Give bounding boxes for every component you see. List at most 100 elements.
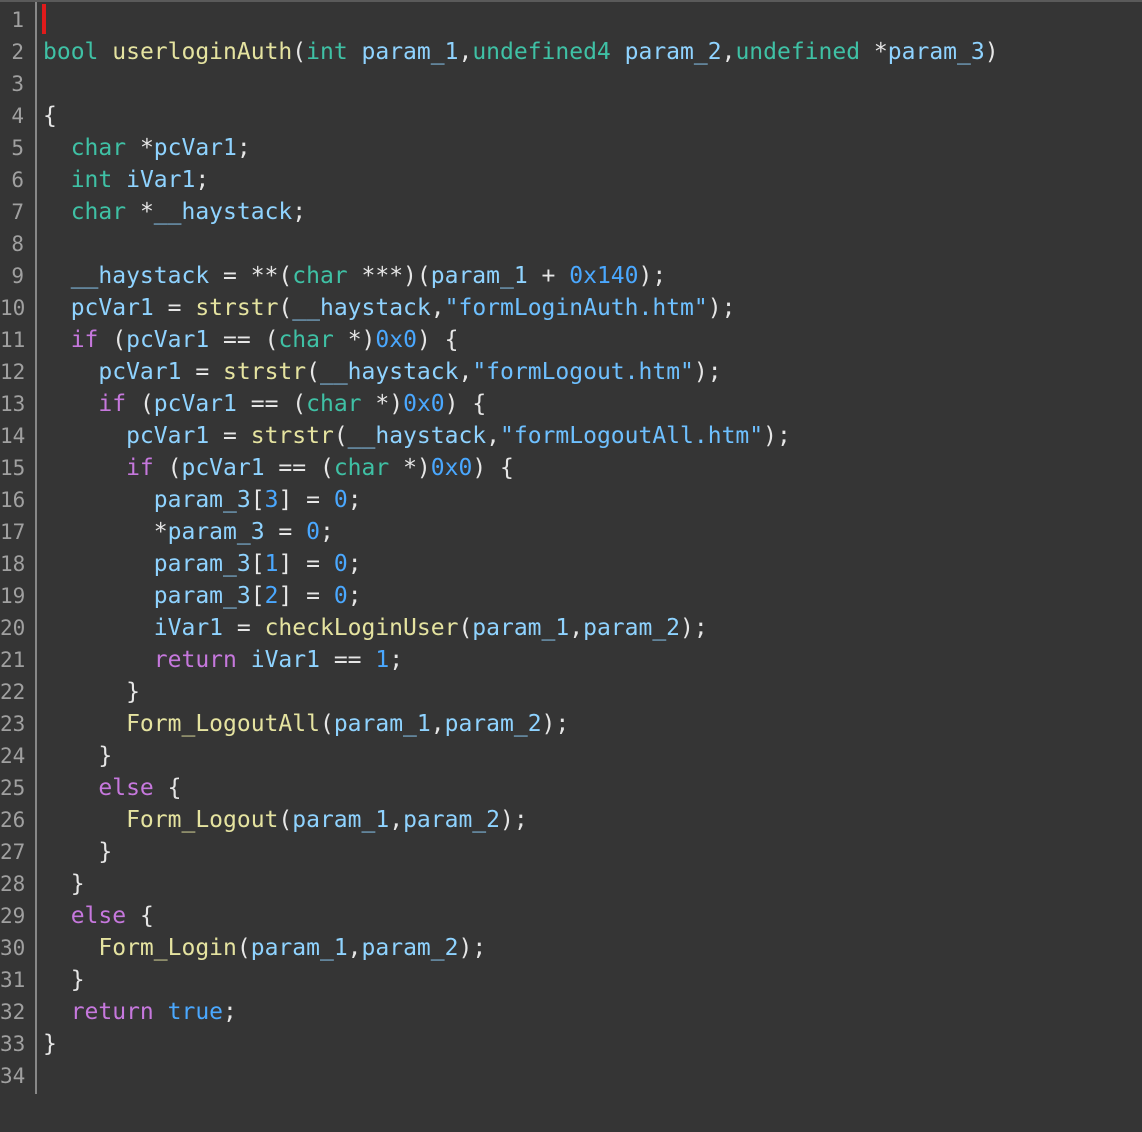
line-number: 12 — [0, 360, 26, 384]
line-number: 7 — [11, 200, 24, 224]
code-token: "formLoginAuth.htm" — [444, 295, 708, 321]
code-token: "formLogoutAll.htm" — [500, 423, 764, 449]
code-token: undefined — [735, 39, 874, 65]
code-text: Form_Login(param_1,param_2); — [43, 932, 486, 964]
code-token: { — [167, 775, 182, 801]
line-number: 1 — [11, 8, 24, 32]
code-token: pcVar1 — [181, 455, 265, 481]
code-token: char — [333, 455, 404, 481]
code-token: * — [139, 199, 154, 225]
code-token: ); — [693, 359, 722, 385]
code-token: ); — [763, 423, 791, 449]
code-token: else — [43, 903, 140, 929]
line-number: 33 — [0, 1032, 26, 1056]
gutter-divider — [35, 2, 37, 1094]
line-number: 24 — [0, 744, 26, 768]
code-token: [ — [250, 583, 265, 609]
code-token: ) { — [472, 455, 514, 481]
code-token: == ( — [209, 327, 279, 353]
line-number: 30 — [0, 936, 26, 960]
code-token: if — [43, 391, 140, 417]
code-token: } — [43, 743, 113, 769]
code-token: 0x0 — [430, 455, 473, 481]
code-token: ( — [306, 359, 320, 385]
line-number: 23 — [0, 712, 26, 736]
code-token: } — [43, 839, 113, 865]
line-number: 15 — [0, 456, 26, 480]
code-token: == ( — [264, 455, 334, 481]
code-token: param_3 — [887, 39, 985, 65]
code-token: ; — [223, 999, 237, 1025]
code-text: param_3[1] = 0; — [43, 548, 362, 580]
code-token: param_2 — [444, 711, 542, 737]
code-text: int iVar1; — [43, 164, 210, 196]
line-number: 8 — [11, 232, 24, 256]
code-token: Form_LogoutAll — [43, 711, 320, 737]
code-token: ) { — [416, 327, 459, 353]
code-token: , — [347, 935, 362, 961]
line-number: 13 — [0, 392, 26, 416]
code-token: 0 — [333, 551, 348, 577]
code-token: * — [873, 39, 888, 65]
code-token: true — [167, 999, 224, 1025]
code-text: pcVar1 = strstr(__haystack,"formLoginAut… — [43, 292, 736, 324]
code-token: pcVar1 — [153, 391, 237, 417]
code-token: 3 — [264, 487, 279, 513]
code-text: char *__haystack; — [43, 196, 306, 228]
code-text: if (pcVar1 == (char *)0x0) { — [43, 388, 486, 420]
code-token: Form_Logout — [43, 807, 279, 833]
line-number: 22 — [0, 680, 26, 704]
code-token: ) — [984, 39, 999, 65]
code-text: pcVar1 = strstr(__haystack,"formLogout.h… — [43, 356, 722, 388]
code-token: * — [139, 135, 154, 161]
code-token: __haystack — [347, 423, 487, 449]
code-token: __haystack — [292, 295, 431, 321]
line-number: 29 — [0, 904, 26, 928]
line-number: 32 — [0, 1000, 26, 1024]
code-token: Form_Login — [43, 935, 237, 961]
code-token: ] = — [278, 583, 334, 609]
code-token: ( — [319, 711, 334, 737]
code-token: return — [43, 647, 251, 673]
code-token: param_1 — [472, 615, 570, 641]
code-token: *) — [375, 391, 404, 417]
line-number: 10 — [0, 296, 26, 320]
code-token: 1 — [375, 647, 390, 673]
code-token: ; — [389, 647, 404, 673]
code-token: + — [527, 263, 570, 289]
code-token: int — [306, 39, 362, 65]
code-token: int — [43, 167, 127, 193]
code-text: if (pcVar1 == (char *)0x0) { — [43, 324, 459, 356]
code-token: 0x0 — [403, 391, 445, 417]
code-editor[interactable]: 1 2 bool userloginAuth(int param_1,undefin… — [0, 0, 1142, 1132]
line-number: 26 — [0, 808, 26, 832]
line-number: 27 — [0, 840, 26, 864]
code-token: strstr — [223, 359, 307, 385]
code-token: checkLoginUser — [264, 615, 459, 641]
code-token: 0x0 — [375, 327, 417, 353]
code-token: = — [264, 519, 307, 545]
code-token: , — [458, 359, 473, 385]
code-token: if — [43, 327, 113, 353]
code-token: param_2 — [361, 935, 459, 961]
code-token: strstr — [195, 295, 279, 321]
code-token: ); — [707, 295, 736, 321]
code-token: == ( — [236, 391, 307, 417]
code-token: 1 — [264, 551, 279, 577]
code-text: iVar1 = checkLoginUser(param_1,param_2); — [43, 612, 708, 644]
code-token: ( — [236, 935, 251, 961]
code-token: param_3 — [43, 487, 251, 513]
code-token: 0x140 — [569, 263, 639, 289]
code-text: char *pcVar1; — [43, 132, 251, 164]
line-number: 18 — [0, 552, 26, 576]
code-text: return iVar1 == 1; — [43, 644, 403, 676]
code-text: Form_Logout(param_1,param_2); — [43, 804, 528, 836]
code-text: { — [43, 100, 57, 132]
code-token: undefined4 — [472, 39, 625, 65]
line-number: 16 — [0, 488, 26, 512]
line-number: 11 — [0, 328, 26, 352]
line-number: 6 — [11, 168, 24, 192]
code-token: pcVar1 — [43, 295, 154, 321]
code-token: = — [181, 359, 224, 385]
line-number: 19 — [0, 584, 26, 608]
